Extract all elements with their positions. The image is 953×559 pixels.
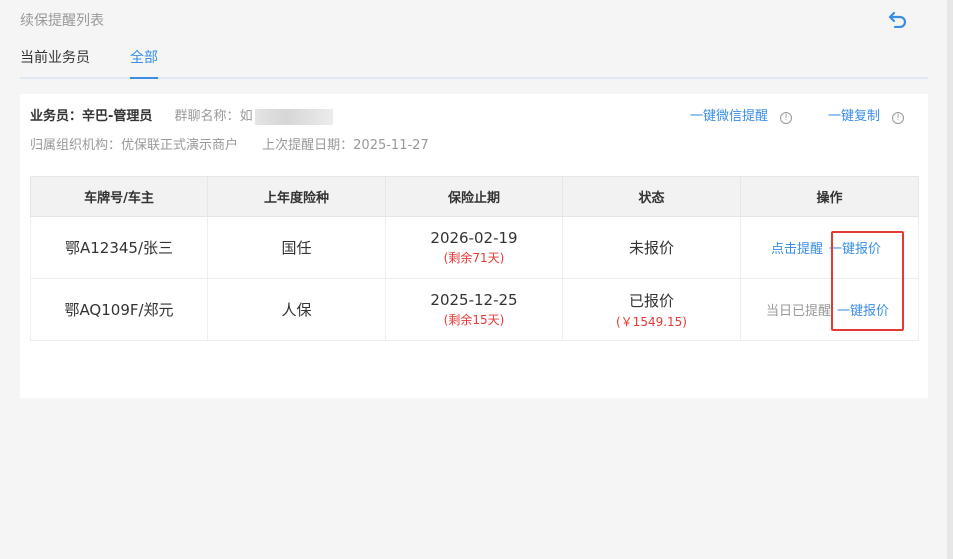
quote-amount: (￥1549.15) [616,314,687,329]
redacted-mask [254,108,333,125]
tab-current-agent[interactable]: 当前业务员 [20,47,90,77]
page-title: 续保提醒列表 [20,13,104,29]
wechat-reminder-label: 一键微信提醒 [690,109,769,124]
col-plate: 车牌号/车主 [30,176,208,217]
end-date: 2026-02-19 [430,229,518,247]
status: 已报价 [628,291,674,310]
end-date: 2025-12-25 [430,291,518,309]
status-cell: 已报价 (￥1549.15) [562,278,741,341]
info-icon[interactable]: ! [892,112,905,124]
table-row: 鄂A12345/张三 国任 2026-02-19 (剩余71天) 未报价 点击提醒… [30,216,919,279]
col-end-date: 保险止期 [385,176,563,217]
wechat-reminder-link[interactable]: 一键微信提醒! [690,105,793,124]
operation-cell: 点击提醒 一键报价 [740,216,919,279]
agent-info: 业务员：辛巴-管理员 群聊名称：如 [30,105,333,125]
plate-owner: 鄂AQ109F/郑元 [30,278,208,341]
last-reminder-date: 上次提醒日期：2025-11-27 [262,138,429,153]
insurer: 人保 [207,278,386,341]
agent-name: 业务员：辛巴-管理员 [30,109,153,124]
insurer: 国任 [207,216,386,279]
status: 未报价 [562,216,741,279]
quote-button[interactable]: 一键报价 [837,304,889,319]
org-info: 归属组织机构：优保联正式演示商户 上次提醒日期：2025-11-27 [30,134,429,153]
reminder-card: 业务员：辛巴-管理员 群聊名称：如 归属组织机构：优保联正式演示商户 上次提醒日… [20,94,928,398]
tab-all[interactable]: 全部 [130,47,158,79]
table-row: 鄂AQ109F/郑元 人保 2025-12-25 (剩余15天) 已报价 (￥154… [30,278,919,341]
group-chat-visible: 如 [239,109,253,124]
remaining-days: (剩余15天) [443,313,505,327]
undo-arrow-icon[interactable] [888,10,908,28]
org-name: 归属组织机构：优保联正式演示商户 [30,138,239,153]
end-date-cell: 2026-02-19 (剩余71天) [385,216,563,279]
reminder-table: 车牌号/车主 上年度险种 保险止期 状态 操作 鄂A12345/张三 国任 20… [30,176,919,341]
table-header: 车牌号/车主 上年度险种 保险止期 状态 操作 [30,176,919,217]
col-operation: 操作 [740,176,919,217]
col-insurer: 上年度险种 [207,176,386,217]
remaining-days: (剩余71天) [443,251,505,265]
copy-link[interactable]: 一键复制! [828,105,905,124]
operation-cell: 当日已提醒 一键报价 [740,278,919,341]
reminded-today-label: 当日已提醒 [766,304,832,319]
copy-label: 一键复制 [828,109,881,124]
col-status: 状态 [562,176,741,217]
scrollbar[interactable] [947,0,953,559]
end-date-cell: 2025-12-25 (剩余15天) [385,278,563,341]
group-chat-label: 群聊名称： [174,109,240,124]
info-icon[interactable]: ! [780,112,793,124]
remind-button[interactable]: 点击提醒 [771,242,823,257]
quote-button[interactable]: 一键报价 [829,242,881,257]
plate-owner: 鄂A12345/张三 [30,216,208,279]
tab-bar: 当前业务员 全部 [20,47,928,79]
